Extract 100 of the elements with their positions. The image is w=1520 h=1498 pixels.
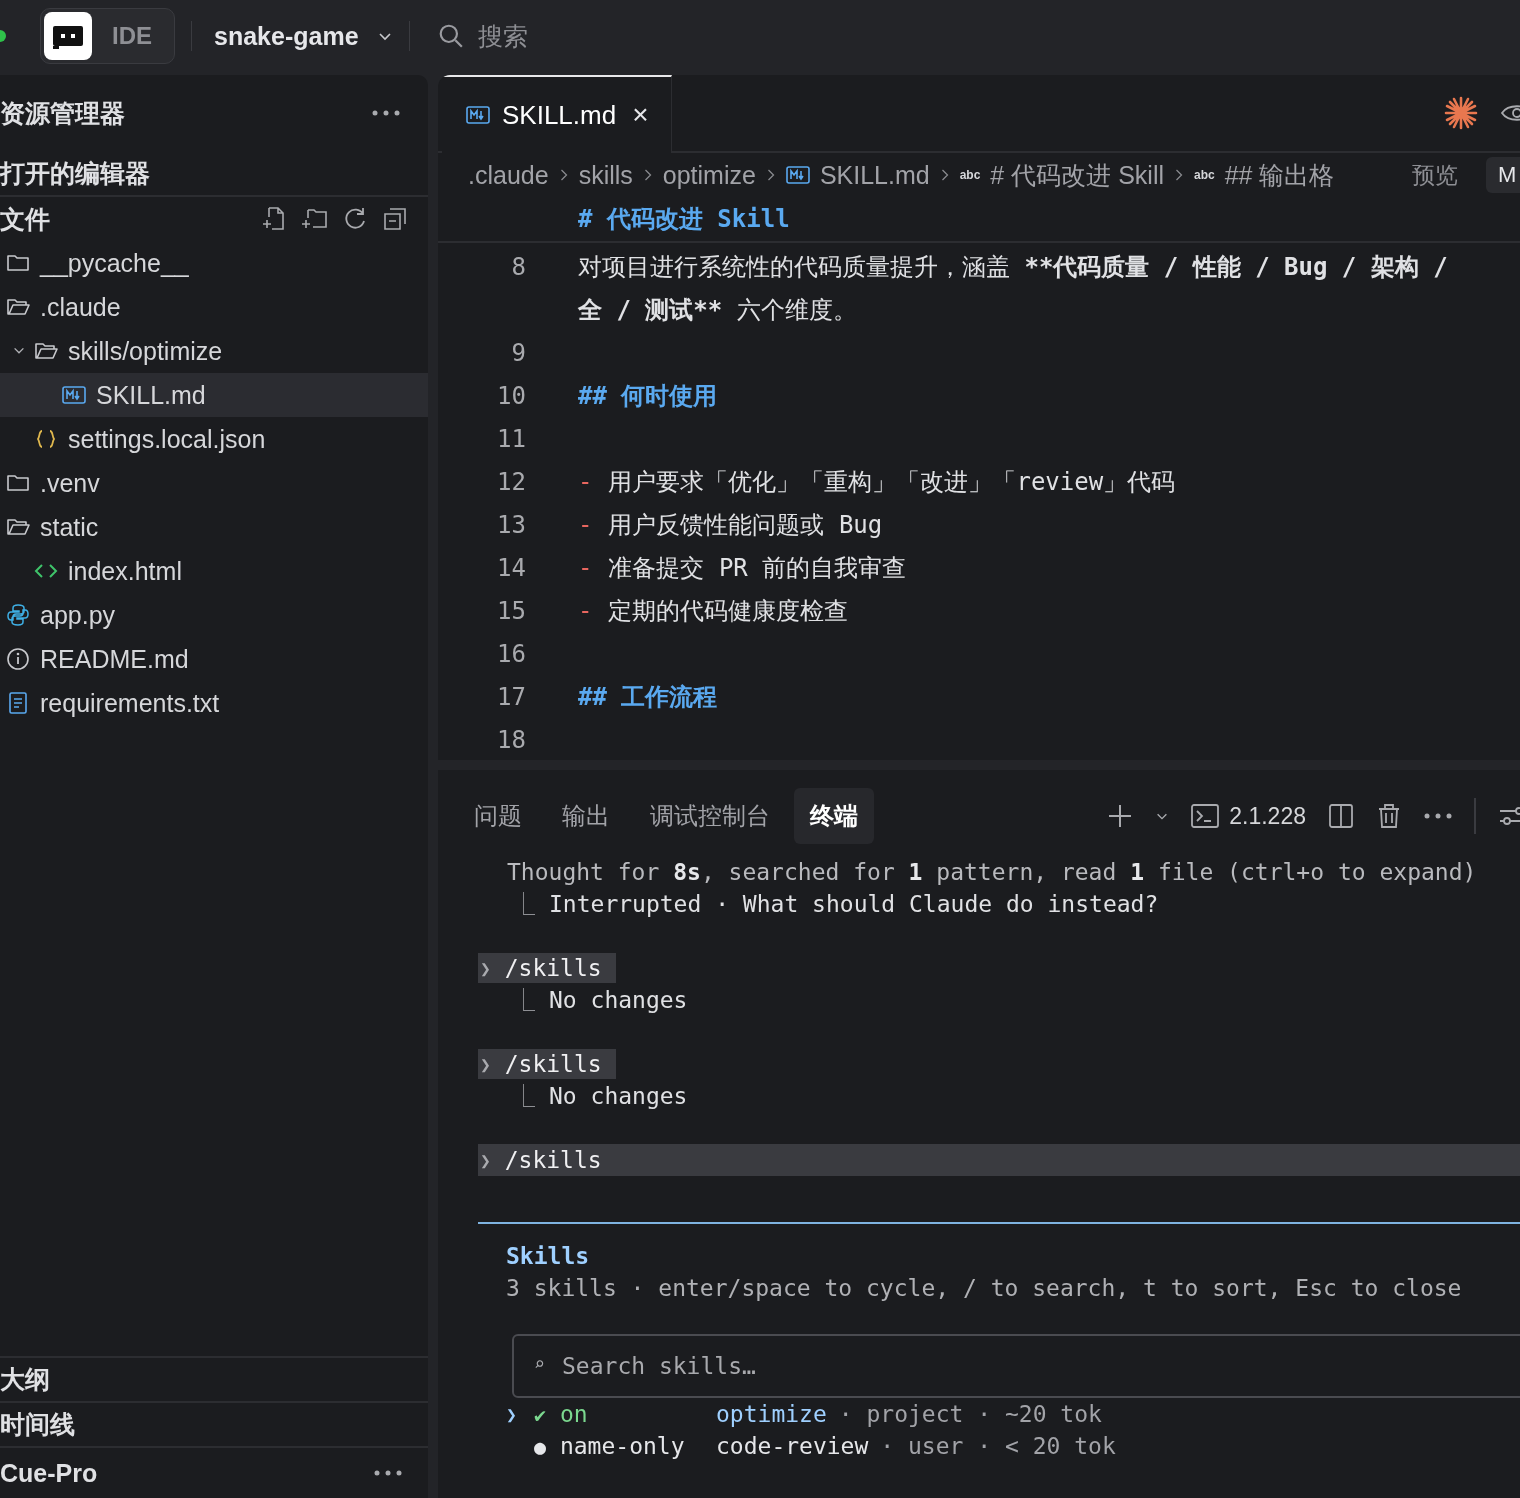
section-header[interactable]: 时间线 <box>0 1401 428 1446</box>
pointer-icon: ❯ <box>506 1403 517 1425</box>
breadcrumb-item[interactable]: SKILL.md <box>819 160 930 190</box>
skill-name: optimize <box>716 1401 827 1427</box>
file-tree-item[interactable]: app.py <box>0 593 428 637</box>
line-number: 14 <box>496 553 526 582</box>
mode-button[interactable]: M <box>1486 157 1520 193</box>
code-line: 全 / 测试** 六个维度。 <box>578 294 857 326</box>
chevron-right-icon <box>765 168 776 182</box>
file-tree-item[interactable]: static <box>0 505 428 549</box>
skill-state: ● name-only <box>534 1433 686 1459</box>
new-file-icon[interactable] <box>260 206 286 232</box>
file-tree-item[interactable]: .claude <box>0 285 428 329</box>
terminal-icon <box>1191 804 1220 828</box>
dialog-title: Skills <box>506 1242 591 1271</box>
project-selector[interactable]: snake-game <box>214 21 393 51</box>
code-line: 定期的代码健康度检查 <box>608 595 849 627</box>
editor-tab[interactable]: SKILL.md × <box>442 75 672 153</box>
more-icon[interactable] <box>1424 813 1452 819</box>
skill-details: · user · < 20 tok <box>880 1433 1116 1459</box>
close-button[interactable]: × <box>628 99 653 131</box>
panel-tab[interactable]: 调试控制台 <box>634 788 786 844</box>
line-number: 17 <box>496 682 526 711</box>
line-number: 11 <box>496 424 526 453</box>
code-line: 对项目进行系统性的代码质量提升，涵盖 **代码质量 / 性能 / Bug / 架构 / <box>578 251 1448 283</box>
bullet-marker: - <box>578 553 593 582</box>
file-tree-item[interactable]: requirements.txt <box>0 681 428 725</box>
file-tree-item[interactable]: __pycache__ <box>0 241 428 285</box>
more-icon[interactable] <box>372 110 400 116</box>
code-line: 用户反馈性能问题或 Bug <box>608 509 883 541</box>
chevron-right-icon <box>1174 168 1184 182</box>
skill-state: ✔ on <box>534 1401 589 1427</box>
collapse-all-icon[interactable] <box>382 206 408 232</box>
terminal-selector[interactable]: 2.1.228 <box>1191 802 1306 830</box>
line-number: 18 <box>496 725 526 754</box>
chevron-right-icon <box>558 168 569 182</box>
skill-name: code-review <box>716 1433 869 1459</box>
section-header[interactable]: 打开的编辑器 <box>0 151 428 197</box>
sticky-heading: # 代码改进 Skill <box>438 197 1520 243</box>
skill-item[interactable]: ● name-only code-review · user · < 20 tok <box>506 1430 1520 1462</box>
file-tree-item[interactable]: index.html <box>0 549 428 593</box>
section-header[interactable]: 大纲 <box>0 1356 428 1401</box>
section-header[interactable]: Cue-Pro <box>0 1458 98 1488</box>
trash-icon[interactable] <box>1376 803 1402 829</box>
markdown-icon <box>785 166 810 184</box>
line-number: 9 <box>510 338 526 367</box>
chevron-right-icon <box>939 168 950 182</box>
breadcrumb-item[interactable]: optimize <box>662 160 756 190</box>
result-message: No changes <box>549 1083 688 1109</box>
asterisk-icon[interactable] <box>1444 96 1478 130</box>
braces-icon <box>34 429 58 449</box>
markdown-heading: ## 何时使用 <box>578 380 718 412</box>
section-header[interactable]: 文件 <box>0 202 50 236</box>
panel-tab[interactable]: 终端 <box>794 788 874 844</box>
skill-details: · project · ~20 tok <box>838 1401 1102 1427</box>
split-icon[interactable] <box>1328 803 1354 829</box>
file-tree-item[interactable]: settings.local.json <box>0 417 428 461</box>
line-number: 16 <box>496 639 526 668</box>
code-line: 准备提交 PR 前的自我审查 <box>608 552 907 584</box>
info-icon <box>6 647 30 671</box>
breadcrumb-item[interactable]: .claude <box>468 160 549 190</box>
line-number: 10 <box>496 381 526 410</box>
breadcrumb-item[interactable]: # 代码改进 Skill <box>990 158 1164 192</box>
search-icon <box>437 23 464 49</box>
search-icon: ⌕ <box>534 1353 545 1375</box>
text-file-icon <box>6 691 30 715</box>
tree-branch: ⎿ <box>512 891 535 917</box>
code-line: 用户要求「优化」「重构」「改进」「review」代码 <box>608 466 1176 498</box>
file-tree-item[interactable]: .venv <box>0 461 428 505</box>
file-tree-item[interactable]: SKILL.md <box>0 373 428 417</box>
python-icon <box>6 603 30 627</box>
breadcrumb-item[interactable]: skills <box>578 160 633 190</box>
tree-branch: ⎿ <box>512 987 535 1013</box>
file-tree-item[interactable]: skills/optimize <box>0 329 428 373</box>
symbol-icon: abc <box>1194 168 1215 182</box>
symbol-icon: abc <box>959 168 981 182</box>
plus-icon[interactable] <box>1107 803 1134 829</box>
breadcrumb-item[interactable]: ## 输出格 <box>1224 158 1335 192</box>
bullet-marker: - <box>578 467 593 496</box>
dialog-description: 3 skills · enter/space to cycle, / to search, t to sort, Esc to close <box>506 1274 1463 1303</box>
markdown-heading: ## 工作流程 <box>578 681 718 713</box>
search-field[interactable]: 搜索 <box>475 20 680 52</box>
line-number: 15 <box>496 596 526 625</box>
line-number: 8 <box>510 252 526 281</box>
chevron-right-icon <box>642 168 653 182</box>
sidebar-title: 资源管理器 <box>0 97 125 129</box>
more-icon[interactable] <box>374 1470 402 1476</box>
refresh-icon[interactable] <box>342 206 368 232</box>
result-message: No changes <box>549 987 688 1013</box>
result-message: Interrupted · What should Claude do instead? <box>549 891 1159 917</box>
panel-tab[interactable]: 问题 <box>458 788 538 844</box>
preview-button[interactable]: 预览 <box>1406 158 1464 192</box>
status-message: Thought for 8s, searched for 1 pattern, read 1 file (ctrl+o to expand) <box>506 858 1478 887</box>
app-badge: IDE <box>40 8 175 64</box>
file-tree-item[interactable]: README.md <box>0 637 428 681</box>
markdown-icon <box>466 106 490 124</box>
skill-item[interactable]: ❯ ✔ on optimize · project · ~20 tok <box>506 1398 1520 1430</box>
tree-branch: ⎿ <box>512 1083 535 1109</box>
panel-tab[interactable]: 输出 <box>546 788 626 844</box>
markdown-icon <box>62 386 86 404</box>
